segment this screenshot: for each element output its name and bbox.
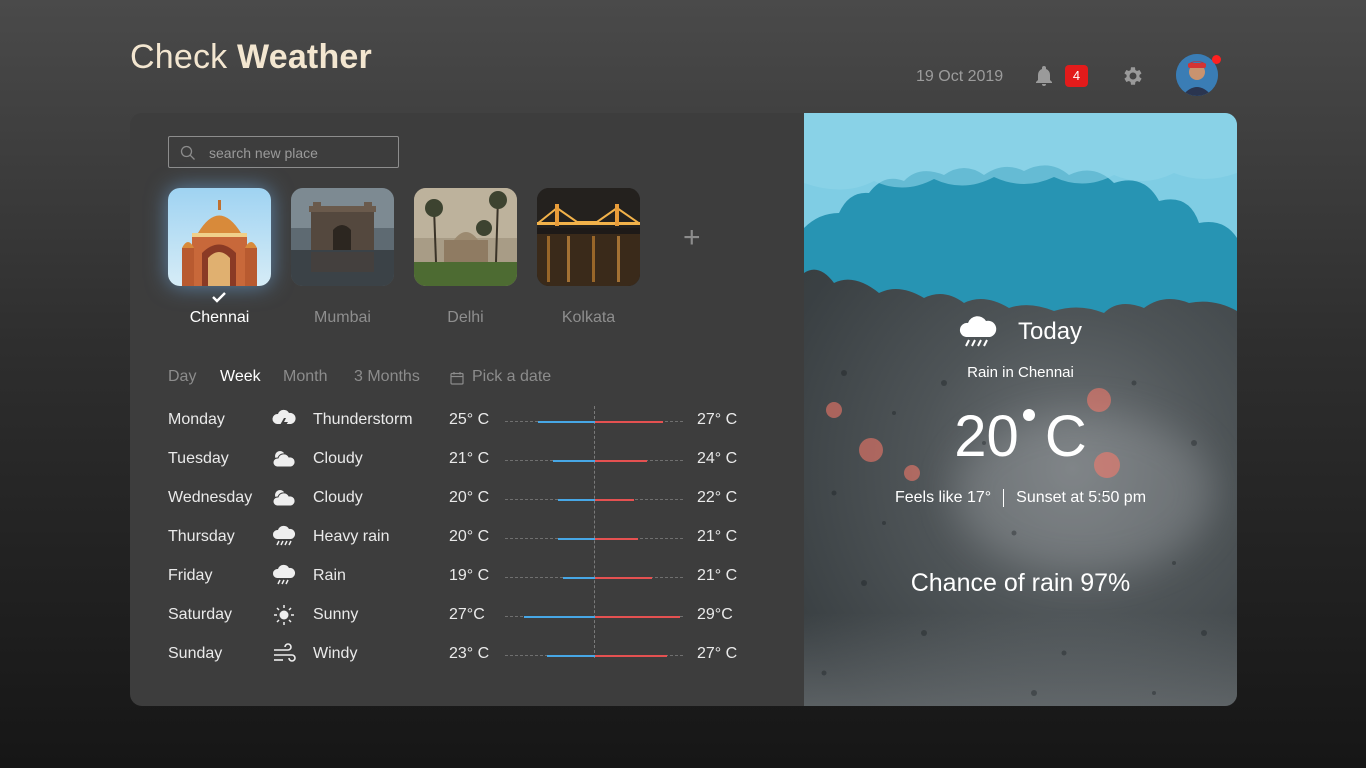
- rain-icon: [271, 564, 297, 588]
- cloudy-icon: [271, 447, 297, 471]
- day-label: Wednesday: [168, 489, 253, 506]
- thunderstorm-icon: [271, 408, 297, 432]
- day-label: Friday: [168, 567, 213, 584]
- day-label: Tuesday: [168, 450, 229, 467]
- condition-label: Rain: [313, 567, 346, 584]
- tab-month[interactable]: Month: [283, 368, 327, 386]
- bell-icon[interactable]: [1032, 64, 1056, 88]
- check-icon: [211, 290, 227, 308]
- rain-cloud-icon: [957, 315, 999, 356]
- kolkata-thumbnail: [537, 188, 640, 286]
- day-label: Saturday: [168, 606, 233, 623]
- forecast-row-friday: Friday Rain 19° C 21° C: [168, 564, 768, 588]
- low-temp: 25° C: [449, 411, 490, 428]
- high-temp: 27° C: [697, 645, 738, 662]
- high-temp: 22° C: [697, 489, 738, 506]
- location-summary: Rain in Chennai: [967, 364, 1074, 381]
- high-temp: 27° C: [697, 411, 738, 428]
- search-input[interactable]: [207, 137, 396, 169]
- add-city-button[interactable]: +: [683, 221, 701, 255]
- mumbai-thumbnail: [291, 188, 394, 286]
- high-temp: 21° C: [697, 567, 738, 584]
- current-date: 19 Oct 2019: [916, 68, 1004, 85]
- low-temp: 27°C: [449, 606, 485, 623]
- forecast-section: Chennai Mumbai: [130, 113, 804, 706]
- today-header: Today: [957, 313, 1157, 353]
- windy-icon: [271, 642, 297, 666]
- city-card-delhi[interactable]: Delhi: [414, 188, 517, 326]
- notification-badge[interactable]: 4: [1065, 65, 1088, 87]
- app-title: Check Weather: [130, 38, 372, 76]
- city-card-chennai[interactable]: Chennai: [168, 188, 271, 326]
- sunny-icon: [271, 603, 297, 627]
- low-temp: 19° C: [449, 567, 490, 584]
- high-temp: 21° C: [697, 528, 738, 545]
- condition-label: Thunderstorm: [313, 411, 413, 428]
- condition-label: Cloudy: [313, 489, 363, 506]
- forecast-row-tuesday: Tuesday Cloudy 21° C 24° C: [168, 447, 768, 471]
- weather-panel: Chennai Mumbai: [130, 113, 1237, 706]
- city-name: Chennai: [189, 309, 250, 326]
- calendar-icon: [450, 372, 464, 385]
- forecast-row-saturday: Saturday Sunny 27°C 29°C: [168, 603, 768, 627]
- low-temp: 21° C: [449, 450, 490, 467]
- current-temperature: 20 C: [954, 404, 1087, 469]
- high-temp: 24° C: [697, 450, 738, 467]
- forecast-row-thursday: Thursday Heavy rain 20° C 21° C: [168, 525, 768, 549]
- feels-like: Feels like 17°: [894, 489, 992, 507]
- tab-day[interactable]: Day: [168, 368, 196, 386]
- search-icon: [180, 145, 195, 160]
- low-temp: 20° C: [449, 489, 490, 506]
- temp-range-bar: [505, 538, 683, 540]
- day-label: Sunday: [168, 645, 223, 662]
- today-label: Today: [1018, 318, 1083, 345]
- forecast-row-monday: Monday Thunderstorm 25° C 27° C: [168, 408, 768, 432]
- temp-range-bar: [505, 460, 683, 462]
- pick-date-button[interactable]: Pick a date: [472, 368, 551, 386]
- condition-label: Cloudy: [313, 450, 363, 467]
- temp-range-bar: [505, 577, 683, 579]
- city-name: Delhi: [447, 309, 484, 326]
- day-label: Monday: [168, 411, 225, 428]
- temp-range-bar: [505, 499, 683, 501]
- forecast-row-sunday: Sunday Windy 23° C 27° C: [168, 642, 768, 666]
- temp-range-bar: [505, 655, 683, 657]
- search-box[interactable]: [168, 136, 399, 169]
- cloudy-icon: [271, 486, 297, 510]
- today-card: Today Rain in Chennai 20 C Feels like 17°…: [804, 113, 1237, 706]
- city-name: Mumbai: [314, 309, 371, 326]
- forecast-row-wednesday: Wednesday Cloudy 20° C 22° C: [168, 486, 768, 510]
- tab-3-months[interactable]: 3 Months: [354, 368, 420, 386]
- city-name: Kolkata: [561, 309, 616, 326]
- tab-week[interactable]: Week: [220, 368, 261, 386]
- chance-of-rain: Chance of rain 97%: [910, 569, 1131, 597]
- temp-range-bar: [505, 421, 683, 423]
- chennai-thumbnail: [168, 188, 271, 286]
- city-card-mumbai[interactable]: Mumbai: [291, 188, 394, 326]
- condition-label: Heavy rain: [313, 528, 390, 545]
- condition-label: Sunny: [313, 606, 359, 623]
- city-card-kolkata[interactable]: Kolkata: [537, 188, 640, 326]
- gear-icon[interactable]: [1120, 64, 1144, 88]
- online-indicator: [1212, 55, 1221, 64]
- heavy-rain-icon: [271, 525, 297, 549]
- temp-range-bar: [505, 616, 683, 618]
- delhi-thumbnail: [414, 188, 517, 286]
- today-details: Feels like 17° Sunset at 5:50 pm: [804, 489, 1237, 507]
- condition-label: Windy: [313, 645, 358, 662]
- top-bar: 19 Oct 2019 4: [916, 54, 1226, 98]
- low-temp: 20° C: [449, 528, 490, 545]
- high-temp: 29°C: [697, 606, 733, 623]
- day-label: Thursday: [168, 528, 235, 545]
- sunset-time: Sunset at 5:50 pm: [1016, 489, 1147, 507]
- low-temp: 23° C: [449, 645, 490, 662]
